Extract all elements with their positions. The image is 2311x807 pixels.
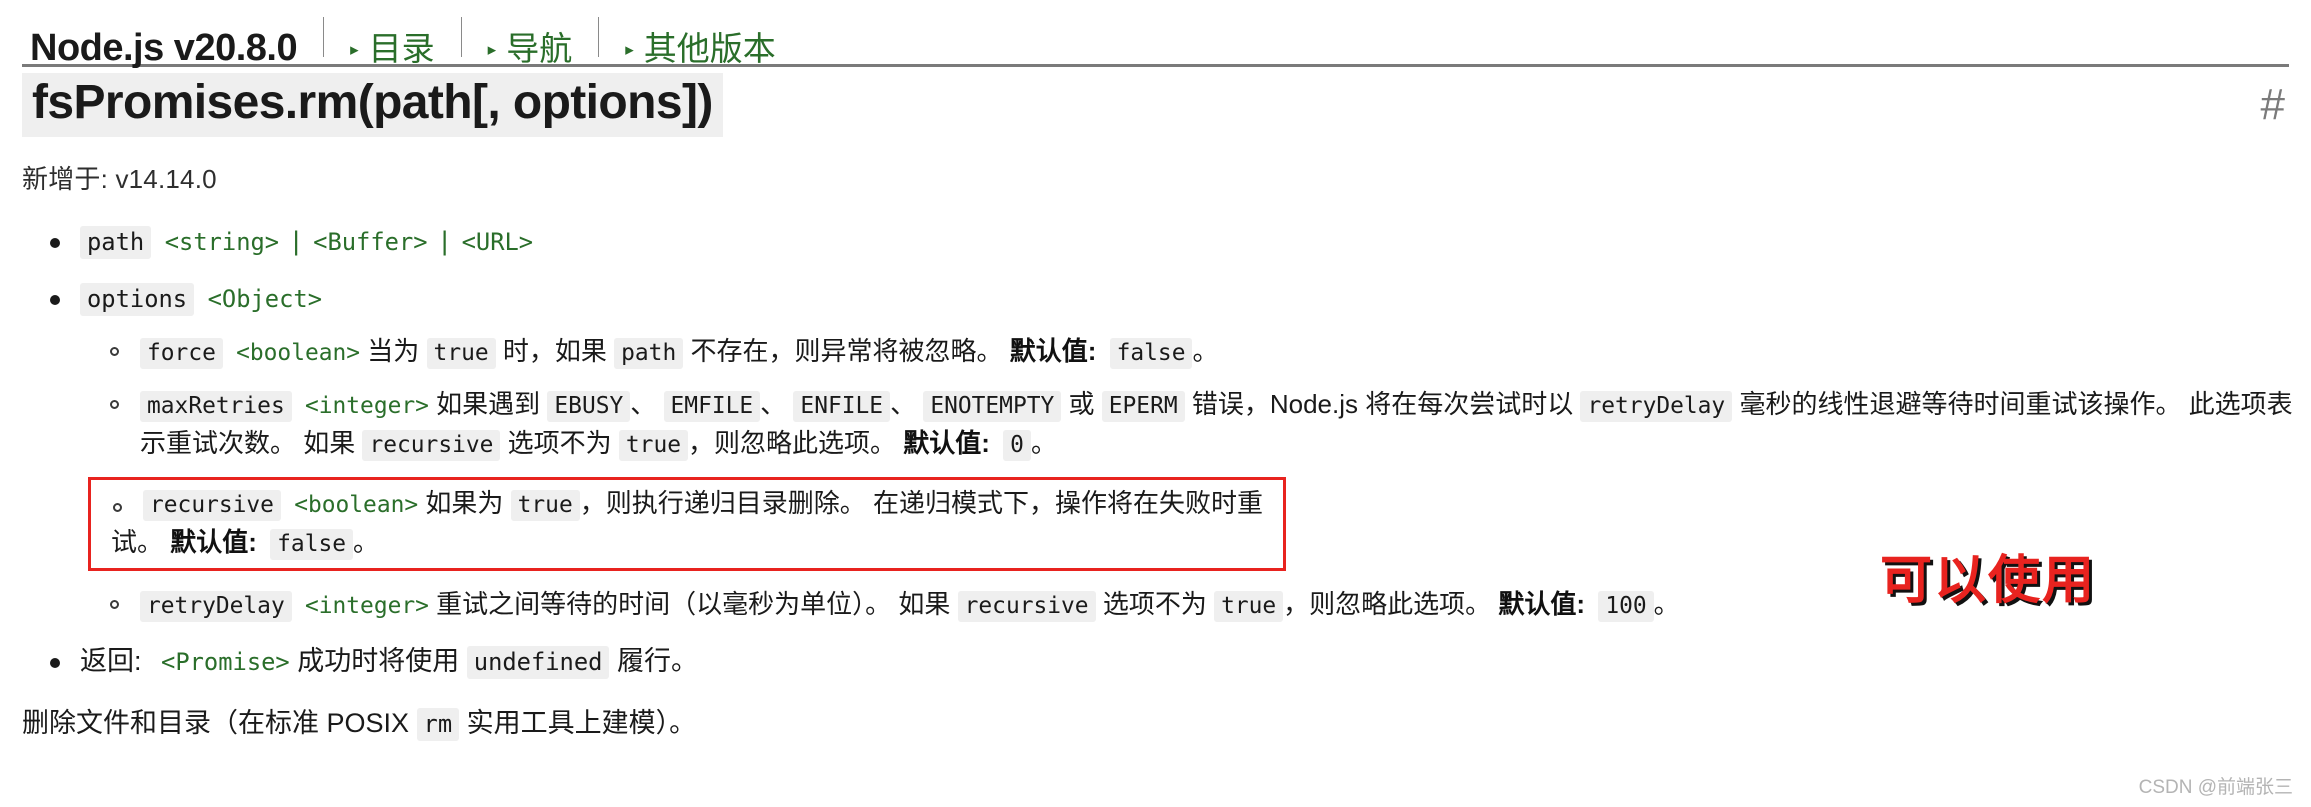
list-item-path: path <string> | <Buffer> | <URL> <box>48 222 2311 261</box>
recursive-content: recursive <boolean> 如果为 true ，则执行递归目录删除。 … <box>111 488 1263 561</box>
max-retries-text-2: 或 <box>1068 389 1095 420</box>
force-default-value: false <box>1109 338 1193 370</box>
type-link-boolean[interactable]: <boolean> <box>236 340 360 366</box>
max-retries-text-6: ，则忽略此选项。 <box>688 428 897 459</box>
recursive-period: 。 <box>353 527 380 558</box>
type-separator: | <box>441 225 449 256</box>
error-code-enfile: ENFILE <box>793 391 891 423</box>
sep: 、 <box>890 389 917 420</box>
page-title: fsPromises.rm(path[, options]) <box>22 73 723 137</box>
recursive-default-label: 默认值: <box>170 527 257 558</box>
nav-divider <box>323 17 325 57</box>
nav-divider <box>598 17 600 57</box>
param-name-options: options <box>80 282 195 316</box>
type-link-promise[interactable]: <Promise> <box>161 648 290 676</box>
retry-delay-code-recursive: recursive <box>957 591 1096 623</box>
page-heading-row: fsPromises.rm(path[, options]) # <box>22 67 2289 137</box>
top-navigation-bar: Node.js v20.8.0 ▸ 目录 ▸ 导航 ▸ 其他版本 <box>0 0 2311 69</box>
max-retries-code-retry-delay: retryDelay <box>1580 391 1733 423</box>
type-link-boolean[interactable]: <boolean> <box>294 492 418 518</box>
type-link-integer[interactable]: <integer> <box>305 393 429 419</box>
caret-right-icon: ▸ <box>625 40 634 59</box>
description-paragraph: 删除文件和目录（在标准 POSIX rm 实用工具上建模）。 <box>22 705 2311 743</box>
recursive-default-value: false <box>270 529 354 561</box>
closing-code-rm: rm <box>416 708 460 742</box>
retry-delay-period: 。 <box>1653 589 1680 620</box>
list-item-max-retries: maxRetries <integer> 如果遇到 EBUSY、 EMFILE、… <box>108 385 2311 463</box>
sep: 、 <box>760 389 787 420</box>
max-retries-period: 。 <box>1030 428 1057 459</box>
returns-text-2: 履行。 <box>616 646 698 677</box>
force-default-label: 默认值: <box>1009 336 1097 367</box>
list-item-returns: 返回: <Promise> 成功时将使用 undefined 履行。 <box>48 642 2311 681</box>
error-code-emfile: EMFILE <box>663 391 761 423</box>
type-link-url[interactable]: <URL> <box>462 228 534 256</box>
param-name-retry-delay: retryDelay <box>140 591 292 623</box>
param-name-recursive: recursive <box>143 490 281 522</box>
retry-delay-text-3: ，则忽略此选项。 <box>1283 589 1492 620</box>
nav-link-navigation[interactable]: ▸ 导航 <box>488 22 573 70</box>
error-code-enotempty: ENOTEMPTY <box>923 391 1062 423</box>
red-annotation-label: 可以使用 <box>1880 552 2097 610</box>
retry-delay-text-2: 选项不为 <box>1102 589 1207 620</box>
force-code-true: true <box>426 338 496 370</box>
max-retries-default-value: 0 <box>1003 430 1031 462</box>
site-version-title: Node.js v20.8.0 <box>30 27 298 69</box>
max-retries-text-5: 选项不为 <box>507 428 612 459</box>
force-text-2: 时，如果 <box>502 336 607 367</box>
nav-link-toc[interactable]: ▸ 目录 <box>350 22 435 70</box>
closing-text-1: 删除文件和目录（在标准 POSIX <box>22 708 410 739</box>
type-link-buffer[interactable]: <Buffer> <box>313 228 427 256</box>
type-link-string[interactable]: <string> <box>165 228 279 256</box>
force-text-1: 当为 <box>367 336 420 367</box>
error-code-ebusy: EBUSY <box>547 391 631 423</box>
force-period: 。 <box>1192 336 1219 367</box>
list-item-force: force <boolean> 当为 true 时，如果 path 不存在，则异… <box>108 332 2311 371</box>
returns-code-undefined: undefined <box>466 646 610 680</box>
retry-delay-text-1: 重试之间等待的时间（以毫秒为单位）。 如果 <box>436 589 951 620</box>
recursive-code-true: true <box>510 490 580 522</box>
closing-text-2: 实用工具上建模）。 <box>466 708 697 739</box>
retry-delay-code-true: true <box>1214 591 1284 623</box>
retry-delay-default-value: 100 <box>1598 591 1654 623</box>
max-retries-code-true: true <box>618 430 688 462</box>
type-link-object[interactable]: <Object> <box>208 285 322 313</box>
max-retries-code-recursive: recursive <box>362 430 501 462</box>
recursive-highlight-box: recursive <boolean> 如果为 true ，则执行递归目录删除。 … <box>88 477 1286 572</box>
param-name-path: path <box>80 225 152 259</box>
nav-divider <box>460 17 462 57</box>
returns-text-1: 成功时将使用 <box>297 646 460 677</box>
type-separator: | <box>292 225 300 256</box>
param-name-force: force <box>140 338 223 370</box>
nav-link-other-versions[interactable]: ▸ 其他版本 <box>625 22 776 70</box>
watermark: CSDN @前端张三 <box>2138 777 2293 798</box>
error-code-eperm: EPERM <box>1101 391 1185 423</box>
force-code-path: path <box>614 338 684 370</box>
nav-link-navigation-label: 导航 <box>506 30 573 67</box>
force-text-3: 不存在，则异常将被忽略。 <box>690 336 1003 367</box>
max-retries-text-3: 错误，Node.js 将在每次尝试时以 <box>1191 389 1574 420</box>
param-name-max-retries: maxRetries <box>140 391 292 423</box>
nav-link-other-versions-label: 其他版本 <box>643 30 776 67</box>
type-link-integer[interactable]: <integer> <box>305 593 429 619</box>
max-retries-text-1: 如果遇到 <box>436 389 541 420</box>
recursive-text-1: 如果为 <box>425 488 504 519</box>
returns-label: 返回: <box>80 646 142 677</box>
caret-right-icon: ▸ <box>487 40 497 59</box>
caret-right-icon: ▸ <box>350 40 359 59</box>
nav-link-toc-label: 目录 <box>368 30 435 67</box>
max-retries-default-label: 默认值: <box>903 428 990 459</box>
heading-anchor-link[interactable]: # <box>2261 80 2289 130</box>
added-in-version: 新增于: v14.14.0 <box>22 163 217 194</box>
retry-delay-default-label: 默认值: <box>1498 589 1586 620</box>
sep: 、 <box>630 389 657 420</box>
